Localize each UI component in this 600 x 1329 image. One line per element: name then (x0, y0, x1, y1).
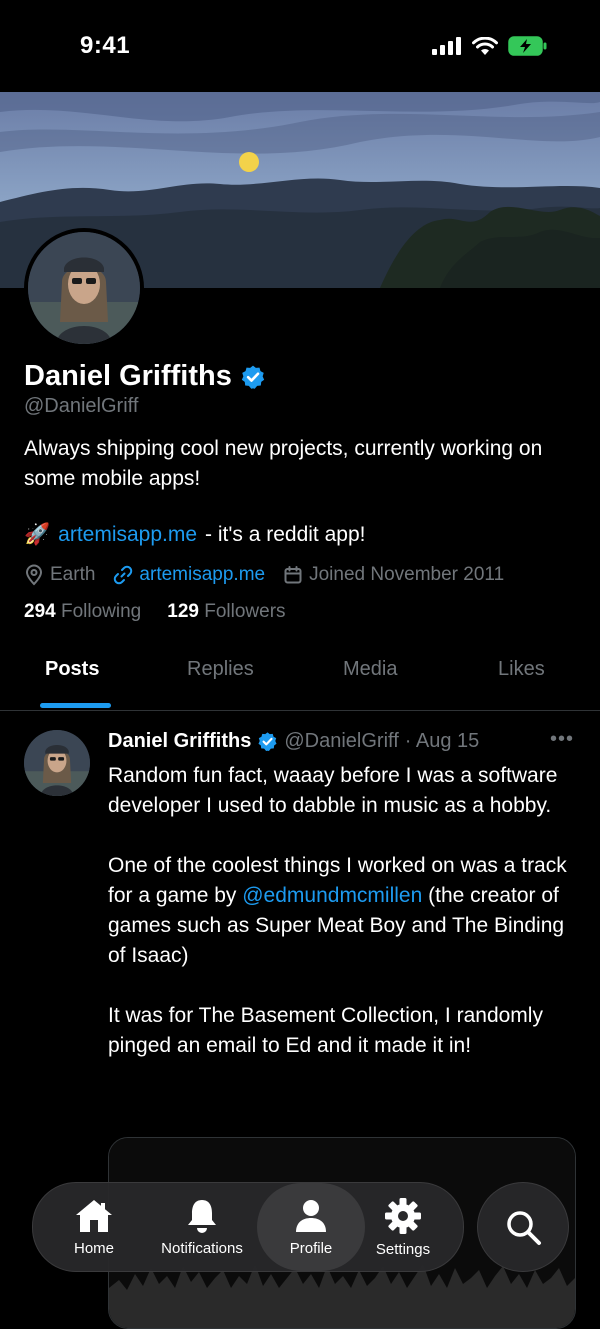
profile-display-name: Daniel Griffiths (24, 360, 232, 392)
following-count: 294 (24, 601, 56, 622)
tab-replies[interactable]: Replies (187, 658, 254, 681)
post-author-name[interactable]: Daniel Griffiths (108, 730, 251, 753)
bell-icon (188, 1199, 216, 1233)
post-date: · Aug 15 (404, 730, 480, 752)
verified-badge-icon (258, 732, 277, 751)
post-paragraph: One of the coolest things I worked on wa… (108, 851, 578, 971)
location-text: Earth (50, 564, 96, 585)
follow-counts: 294 Following 129 Followers (24, 601, 286, 623)
post-more-button[interactable]: ••• (550, 728, 574, 751)
person-icon (296, 1199, 326, 1232)
joined-text: Joined November 2011 (309, 564, 505, 585)
profile-meta-row: Earth artemisapp.me Joined November 2011 (24, 564, 504, 586)
following-label: Following (60, 601, 142, 622)
cellular-signal-icon (432, 37, 461, 55)
link-icon (114, 565, 133, 585)
search-icon (507, 1211, 541, 1245)
post-author-handle: @DanielGriff (284, 730, 399, 752)
followers-stat[interactable]: 129 Followers (167, 601, 285, 623)
tab-posts[interactable]: Posts (45, 658, 99, 681)
profile-bio: Always shipping cool new projects, curre… (24, 437, 543, 490)
gear-icon (385, 1197, 421, 1234)
followers-count: 129 (167, 601, 199, 622)
bio-link[interactable]: artemisapp.me (58, 523, 197, 547)
tab-bar-notifications[interactable]: Notifications (147, 1183, 257, 1271)
bio-link-row: 🚀 artemisapp.me - it's a reddit app! (24, 523, 365, 547)
profile-handle: @DanielGriff (24, 395, 139, 417)
bio-link-suffix: - it's a reddit app! (205, 523, 366, 546)
post-author-avatar[interactable] (24, 730, 90, 796)
tab-bar-label: Profile (289, 1239, 333, 1257)
post-avatar-photo (24, 730, 90, 796)
profile-name-row: Daniel Griffiths (24, 360, 266, 393)
verified-badge-icon (241, 365, 265, 389)
active-tab-indicator (40, 703, 111, 708)
search-button[interactable] (477, 1182, 569, 1272)
post-body: Random fun fact, waaay before I was a so… (108, 761, 578, 1091)
tab-bar-home[interactable]: Home (55, 1183, 133, 1271)
joined-item: Joined November 2011 (283, 564, 504, 586)
location-item: Earth (24, 564, 95, 586)
tab-media[interactable]: Media (343, 658, 397, 681)
tab-bar-label: Home (73, 1239, 114, 1257)
tab-bar-settings[interactable]: Settings (365, 1183, 441, 1271)
post-paragraph: It was for The Basement Collection, I ra… (108, 1004, 543, 1057)
status-time: 9:41 (80, 32, 131, 59)
status-icons (432, 36, 548, 56)
post-header: Daniel Griffiths @DanielGriff · Aug 15 (108, 730, 479, 753)
wifi-icon (472, 36, 498, 55)
rocket-emoji-icon: 🚀 (24, 523, 51, 546)
location-pin-icon (25, 564, 43, 586)
followers-label: Followers (204, 601, 286, 622)
tab-bar-label: Notifications (161, 1239, 243, 1257)
tab-bar-label: Settings (375, 1240, 431, 1258)
website-item[interactable]: artemisapp.me (113, 564, 265, 586)
home-icon (76, 1199, 112, 1232)
profile-avatar[interactable] (24, 228, 144, 348)
calendar-icon (284, 566, 302, 584)
post-paragraph: Random fun fact, waaay before I was a so… (108, 764, 558, 817)
post-mention-link[interactable]: @edmundmcmillen (242, 884, 422, 907)
battery-charging-icon (508, 36, 547, 56)
avatar-photo (28, 232, 140, 344)
tab-likes[interactable]: Likes (498, 658, 545, 681)
profile-tabs: Posts Replies Media Likes (0, 640, 600, 711)
website-link[interactable]: artemisapp.me (139, 564, 265, 586)
tab-bar-profile[interactable]: Profile (257, 1183, 365, 1271)
bottom-tab-bar: Home Notifications Profile Settings (32, 1182, 464, 1272)
following-stat[interactable]: 294 Following (24, 601, 141, 623)
status-bar: 9:41 (0, 0, 600, 92)
